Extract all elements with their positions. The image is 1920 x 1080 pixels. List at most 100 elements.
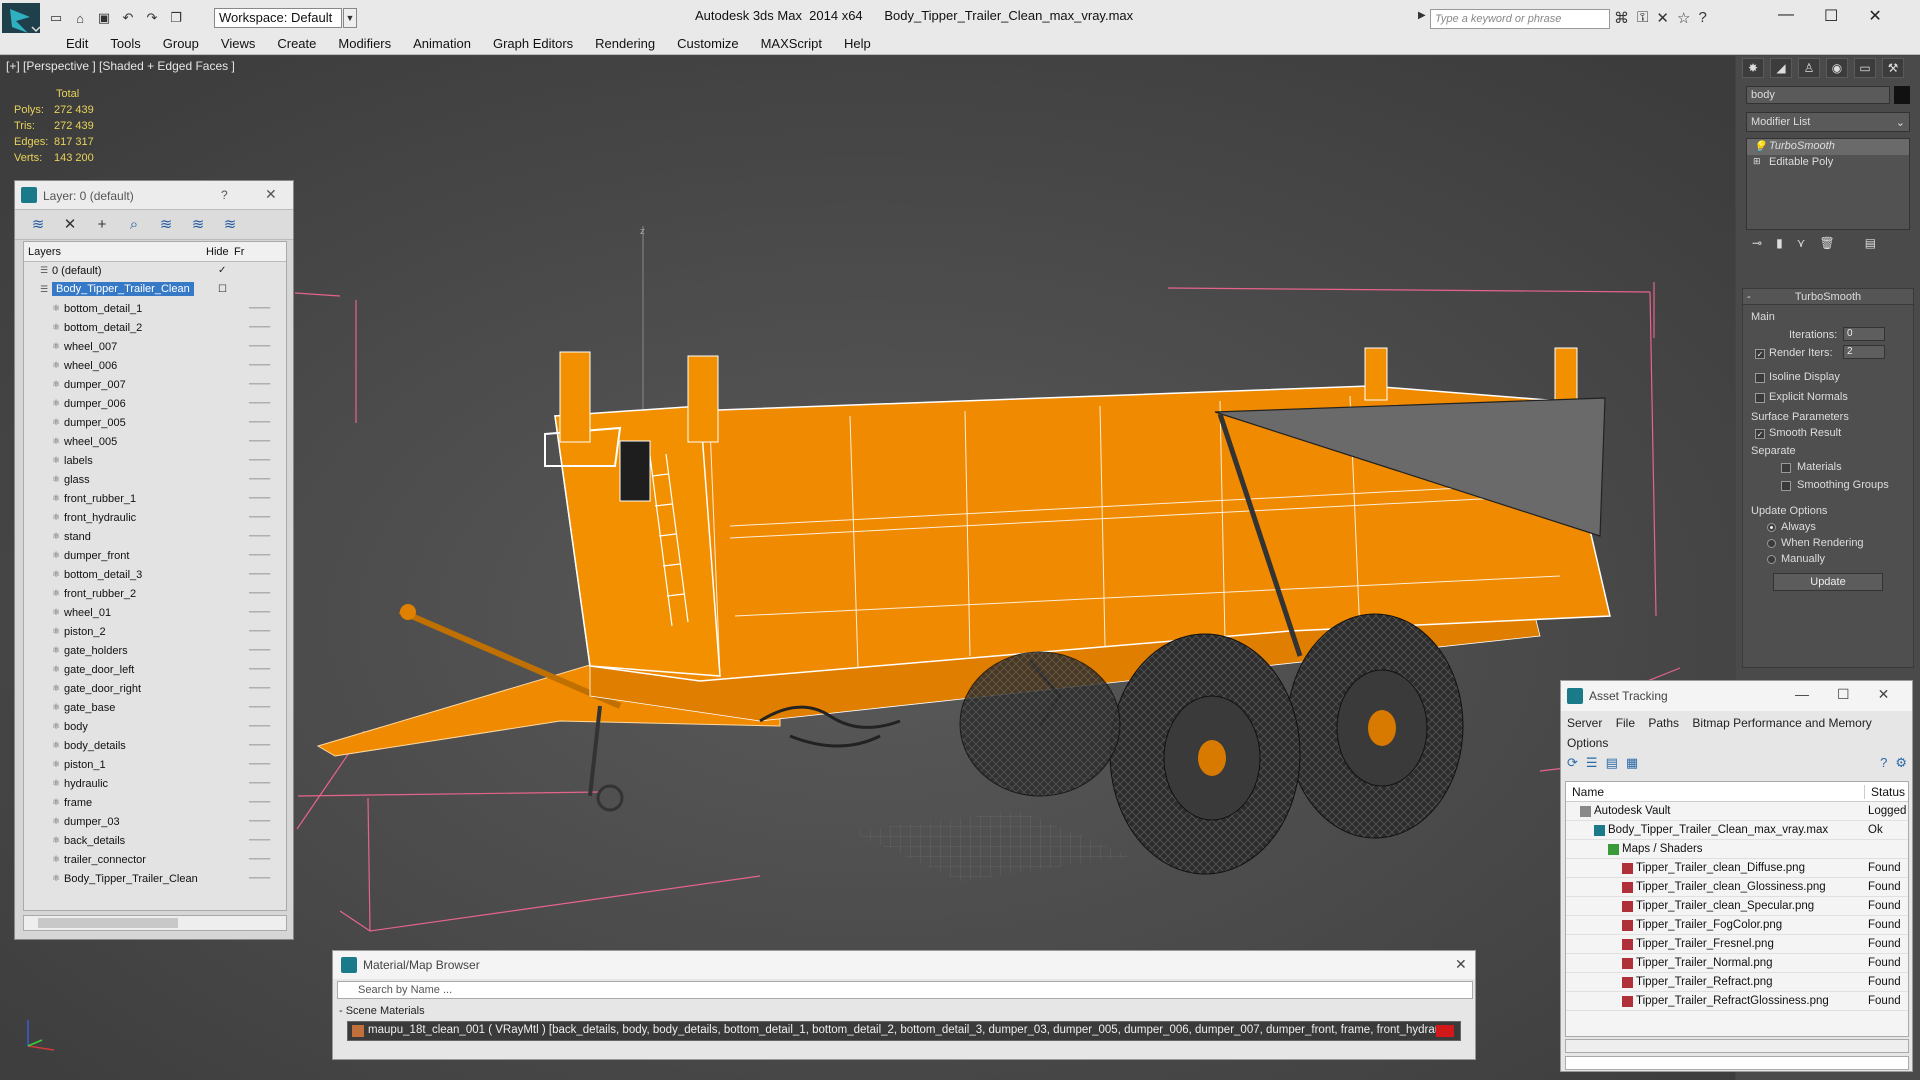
layer-row[interactable]: ⚛ body ───	[24, 718, 286, 737]
layers-icon[interactable]: ≋	[29, 216, 47, 234]
column-layers[interactable]: Layers	[28, 246, 61, 258]
layer-row[interactable]: ⚛ Body_Tipper_Trailer_Clean ───	[24, 870, 286, 889]
layer-row[interactable]: ⚛ wheel_01 ───	[24, 604, 286, 623]
pin-stack-icon[interactable]: ⊸	[1752, 236, 1762, 256]
layer-hide-toggle[interactable]: ───	[249, 816, 270, 827]
expand-icon[interactable]: ⊞	[1753, 156, 1761, 167]
column-name[interactable]: Name	[1572, 785, 1604, 799]
layer-hide-toggle[interactable]: ───	[249, 645, 270, 656]
menu-group[interactable]: Group	[152, 33, 210, 54]
menu-maxscript[interactable]: MAXScript	[750, 33, 833, 54]
asset-row[interactable]: Tipper_Trailer_Fresnel.png Found	[1566, 935, 1908, 954]
modifier-list-dropdown[interactable]: Modifier List ⌄	[1746, 112, 1910, 132]
menu-options[interactable]: Options	[1567, 736, 1608, 750]
render-iters-spinner[interactable]: 2	[1843, 345, 1885, 359]
layer-row[interactable]: ⚛ trailer_connector ───	[24, 851, 286, 870]
minimize-icon[interactable]: —	[1778, 6, 1794, 26]
layer-hide-toggle[interactable]: ───	[249, 778, 270, 789]
layer-hide-toggle[interactable]: ───	[249, 626, 270, 637]
list-view-icon[interactable]: ☰	[1586, 755, 1598, 777]
layer-row[interactable]: ⚛ piston_2 ───	[24, 623, 286, 642]
layer-row[interactable]: ⚛ wheel_006 ───	[24, 357, 286, 376]
explicit-normals-checkbox[interactable]	[1755, 393, 1765, 403]
layer-hide-toggle[interactable]: ───	[249, 607, 270, 618]
layer-hide-toggle[interactable]: ───	[249, 303, 270, 314]
layer-row[interactable]: ⚛ gate_holders ───	[24, 642, 286, 661]
layer-row[interactable]: ⚛ piston_1 ───	[24, 756, 286, 775]
layer-row[interactable]: ⚛ dumper_005 ───	[24, 414, 286, 433]
horizontal-scrollbar[interactable]	[1565, 1039, 1909, 1053]
smooth-result-checkbox[interactable]: ✓	[1755, 429, 1765, 439]
make-unique-icon[interactable]: ⋎	[1797, 236, 1806, 256]
layer-hide-toggle[interactable]: ───	[249, 683, 270, 694]
when-rendering-radio[interactable]	[1767, 539, 1776, 548]
layer-hide-toggle[interactable]: ───	[249, 759, 270, 770]
show-end-result-icon[interactable]: ▮	[1776, 236, 1783, 256]
search-input[interactable]: Type a keyword or phrase	[1430, 9, 1610, 29]
close-icon[interactable]: ✕	[1868, 6, 1881, 26]
display-tab-icon[interactable]: ▭	[1854, 58, 1876, 78]
layer-hide-toggle[interactable]: ───	[249, 702, 270, 713]
object-name-input[interactable]: body	[1746, 86, 1890, 104]
layer-row[interactable]: ⚛ dumper_007 ───	[24, 376, 286, 395]
project-folder-icon[interactable]: ❐	[166, 9, 186, 27]
select-in-layer-icon[interactable]: ⌕	[125, 216, 143, 234]
layer-hide-toggle[interactable]: ───	[249, 854, 270, 865]
scene-materials-group[interactable]: - Scene Materials	[339, 1005, 425, 1017]
minimize-icon[interactable]: —	[1795, 686, 1809, 703]
layer-hide-toggle[interactable]: ───	[249, 436, 270, 447]
layer-hide-toggle[interactable]: ───	[249, 360, 270, 371]
motion-tab-icon[interactable]: ◉	[1826, 58, 1848, 78]
help-button[interactable]: ?	[221, 188, 228, 202]
utilities-tab-icon[interactable]: ⚒	[1882, 58, 1904, 78]
maximize-icon[interactable]: ☐	[1824, 6, 1838, 26]
layer-row[interactable]: ⚛ body_details ───	[24, 737, 286, 756]
layer-row[interactable]: ⚛ back_details ───	[24, 832, 286, 851]
menu-paths[interactable]: Paths	[1648, 716, 1679, 730]
manually-radio[interactable]	[1767, 555, 1776, 564]
menu-rendering[interactable]: Rendering	[584, 33, 666, 54]
undo-icon[interactable]: ↶	[118, 9, 138, 27]
column-status[interactable]: Status	[1864, 785, 1905, 799]
grid-view-icon[interactable]: ▦	[1626, 755, 1638, 777]
render-iters-checkbox[interactable]: ✓	[1755, 349, 1765, 359]
exchange-icon[interactable]: ✕	[1656, 9, 1669, 27]
menu-customize[interactable]: Customize	[666, 33, 749, 54]
layer-hide-toggle[interactable]: ───	[249, 721, 270, 732]
close-icon[interactable]: ✕	[265, 186, 277, 203]
layer-hide-toggle[interactable]: ───	[249, 417, 270, 428]
layer-row[interactable]: ⚛ gate_door_right ───	[24, 680, 286, 699]
layer-row[interactable]: ⚛ frame ───	[24, 794, 286, 813]
settings-icon[interactable]: ⚙	[1895, 755, 1907, 777]
menu-animation[interactable]: Animation	[402, 33, 482, 54]
key-icon[interactable]: ⚿	[1637, 9, 1648, 27]
layer-hide-toggle[interactable]: ───	[249, 531, 270, 542]
always-radio[interactable]	[1767, 523, 1776, 532]
chevron-down-icon[interactable]: ▼	[343, 8, 357, 28]
delete-layer-icon[interactable]: ✕	[61, 216, 79, 234]
layer-row[interactable]: ☰ 0 (default) ✓	[24, 262, 286, 281]
viewport-label[interactable]: [+] [Perspective ] [Shaded + Edged Faces…	[6, 59, 235, 73]
layer-row[interactable]: ⚛ bottom_detail_1 ───	[24, 300, 286, 319]
layer-hide-toggle[interactable]: ☐	[218, 284, 227, 295]
asset-row[interactable]: Body_Tipper_Trailer_Clean_max_vray.max Ok	[1566, 821, 1908, 840]
menu-tools[interactable]: Tools	[99, 33, 151, 54]
freeze-all-layers-icon[interactable]: ≋	[221, 216, 239, 234]
favorites-star-icon[interactable]: ☆	[1677, 9, 1690, 27]
smoothing-groups-checkbox[interactable]	[1781, 481, 1791, 491]
configure-sets-icon[interactable]: ▤	[1865, 236, 1876, 256]
layer-hide-toggle[interactable]: ───	[249, 474, 270, 485]
asset-row[interactable]: Tipper_Trailer_clean_Glossiness.png Found	[1566, 878, 1908, 897]
menu-file[interactable]: File	[1616, 716, 1635, 730]
layer-hide-toggle[interactable]: ───	[249, 512, 270, 523]
layer-row[interactable]: ⚛ gate_base ───	[24, 699, 286, 718]
layer-hide-toggle[interactable]: ───	[249, 550, 270, 561]
layer-row[interactable]: ⚛ dumper_006 ───	[24, 395, 286, 414]
asset-row[interactable]: Autodesk Vault Logged	[1566, 802, 1908, 821]
material-browser-header[interactable]: Material/Map Browser ✕	[333, 951, 1475, 979]
menu-views[interactable]: Views	[210, 33, 266, 54]
new-file-icon[interactable]: ▭	[46, 9, 66, 27]
stack-item-turbosmooth[interactable]: 💡 TurboSmooth	[1747, 139, 1909, 155]
layer-row[interactable]: ⚛ hydraulic ───	[24, 775, 286, 794]
asset-panel-header[interactable]: Asset Tracking — ☐ ✕	[1561, 681, 1912, 711]
